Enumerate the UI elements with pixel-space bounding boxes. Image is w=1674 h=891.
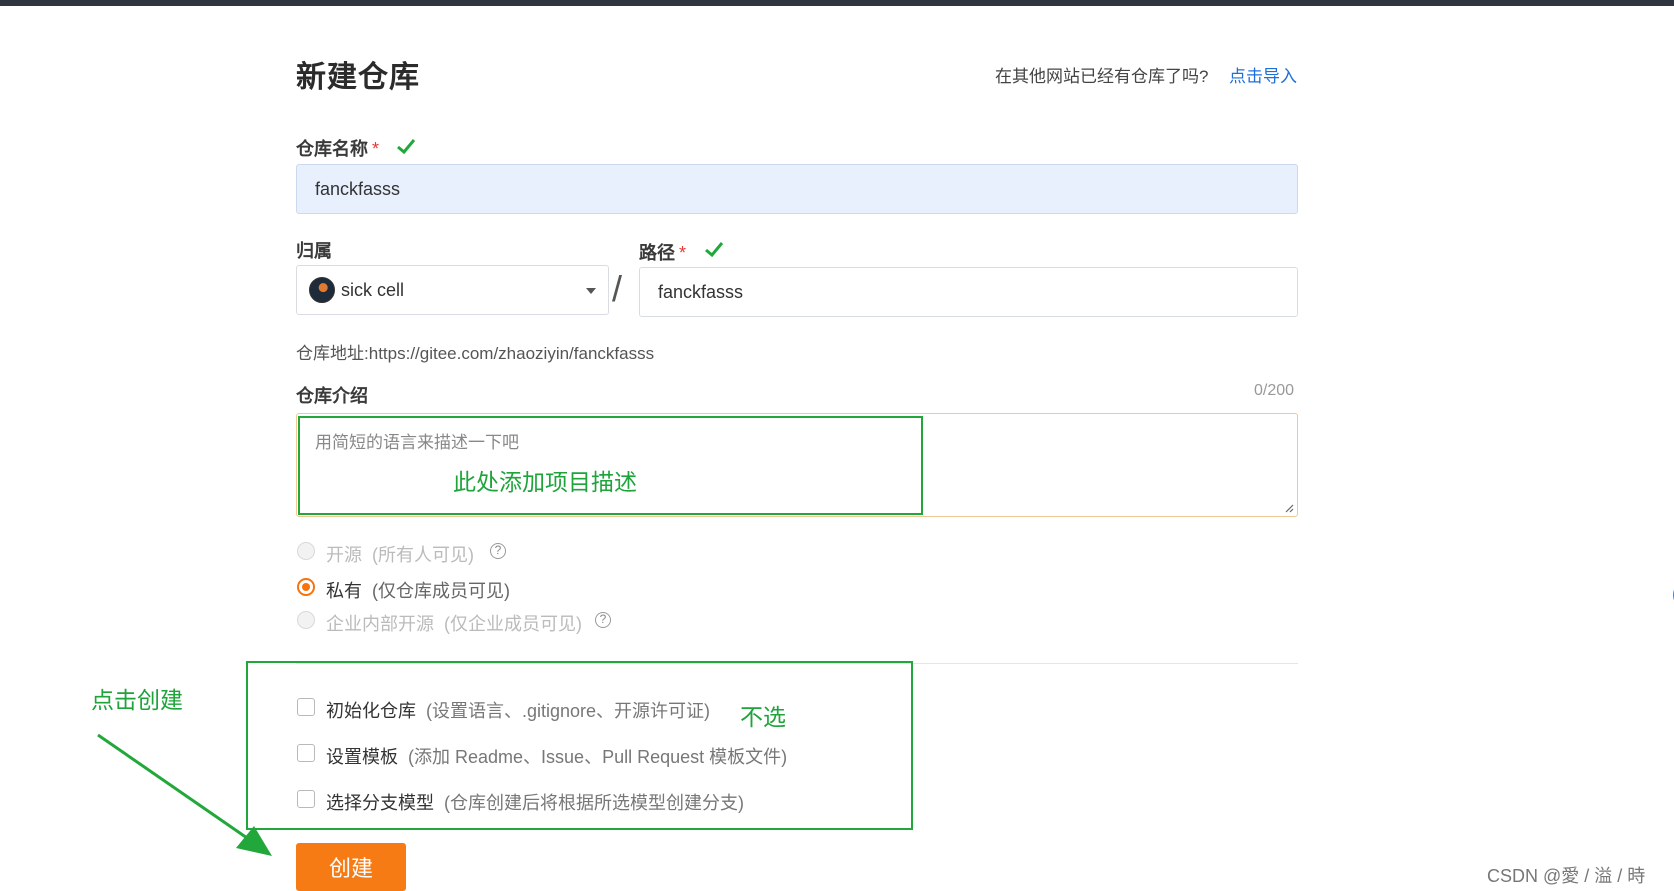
option-template: 设置模板 (添加 Readme、Issue、Pull Request 模板文件) [326, 743, 787, 769]
radio-open-source[interactable] [297, 542, 315, 560]
option-init-repo-label: 初始化仓库 [326, 701, 416, 721]
path-separator: / [612, 268, 623, 309]
checkbox-template[interactable] [297, 744, 315, 762]
check-icon [705, 242, 724, 258]
arrow-icon [97, 733, 272, 856]
radio-private-text: 私有 [326, 581, 362, 601]
create-button[interactable]: 创建 [296, 843, 406, 891]
description-label: 仓库介绍 [296, 386, 368, 406]
help-icon[interactable]: ? [490, 543, 506, 559]
top-bar [0, 0, 1674, 6]
radio-enterprise-hint: (仅企业成员可见) [444, 614, 583, 634]
import-link[interactable]: 点击导入 [1229, 62, 1297, 87]
avatar [309, 277, 335, 303]
owner-selected: sick cell [341, 279, 405, 300]
path-input[interactable]: fanckfasss [639, 267, 1298, 317]
option-template-label: 设置模板 [326, 747, 398, 767]
radio-open-source-hint: (所有人可见) [372, 545, 475, 565]
repo-address-label: 仓库地址: [296, 344, 369, 363]
path-label: 路径 * [639, 239, 686, 265]
repo-address: 仓库地址:https://gitee.com/zhaoziyin/fanckfa… [296, 339, 654, 364]
annotation-description-note: 此处添加项目描述 [453, 469, 637, 495]
radio-enterprise-text: 企业内部开源 [326, 614, 434, 634]
repo-name-input[interactable]: fanckfasss [296, 164, 1298, 214]
option-branch-model: 选择分支模型 (仓库创建后将根据所选模型创建分支) [326, 789, 744, 815]
checkbox-init-repo[interactable] [297, 698, 315, 716]
option-init-repo-hint: (设置语言、.gitignore、开源许可证) [426, 701, 711, 721]
annotation-create-note: 点击创建 [91, 687, 183, 713]
resize-handle-icon[interactable] [1284, 503, 1294, 513]
repo-name-value: fanckfasss [315, 178, 401, 199]
radio-open-source-text: 开源 [326, 545, 362, 565]
page-title: 新建仓库 [296, 61, 420, 94]
help-icon[interactable]: ? [595, 612, 611, 628]
radio-private-hint: (仅仓库成员可见) [372, 581, 511, 601]
annotation-options-note: 不选 [740, 704, 786, 730]
required-mark: * [679, 243, 687, 263]
radio-open-source-label: 开源 (所有人可见) [326, 541, 474, 567]
radio-private[interactable] [297, 578, 315, 596]
radio-enterprise[interactable] [297, 611, 315, 629]
path-value: fanckfasss [658, 281, 744, 302]
required-mark: * [372, 139, 380, 159]
owner-select[interactable]: sick cell [296, 265, 609, 315]
repo-name-label-text: 仓库名称 [296, 139, 368, 159]
repo-name-label: 仓库名称 * [296, 135, 379, 161]
option-init-repo: 初始化仓库 (设置语言、.gitignore、开源许可证) [326, 697, 710, 723]
option-branch-model-label: 选择分支模型 [326, 793, 434, 813]
import-prompt: 在其他网站已经有仓库了吗? [995, 67, 1209, 86]
owner-label: 归属 [296, 241, 332, 261]
chevron-down-icon [586, 288, 596, 294]
radio-private-label: 私有 (仅仓库成员可见) [326, 577, 510, 603]
checkbox-branch-model[interactable] [297, 790, 315, 808]
path-label-text: 路径 [639, 243, 675, 263]
description-counter: 0/200 [1254, 382, 1295, 399]
repo-address-url: https://gitee.com/zhaoziyin/fanckfasss [368, 344, 655, 363]
radio-enterprise-label: 企业内部开源 (仅企业成员可见) [326, 610, 582, 636]
watermark: CSDN @愛 / 溢 / 時 [1487, 866, 1646, 886]
option-template-hint: (添加 Readme、Issue、Pull Request 模板文件) [408, 747, 788, 767]
option-branch-model-hint: (仓库创建后将根据所选模型创建分支) [444, 793, 745, 813]
check-icon [397, 139, 416, 155]
